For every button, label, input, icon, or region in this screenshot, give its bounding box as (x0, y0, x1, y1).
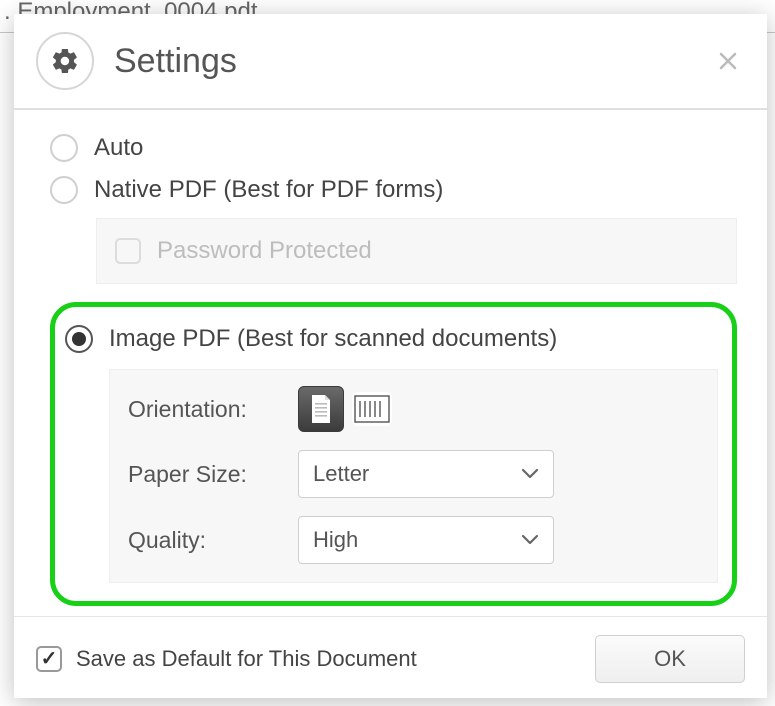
paper-size-value: Letter (313, 461, 369, 487)
paper-size-select[interactable]: Letter (298, 450, 554, 498)
quality-label: Quality: (128, 527, 298, 554)
save-default-checkbox[interactable] (36, 646, 62, 672)
option-image-pdf[interactable]: Image PDF (Best for scanned documents) (65, 325, 718, 353)
option-native-label: Native PDF (Best for PDF forms) (94, 176, 443, 204)
close-icon (716, 49, 740, 73)
settings-modal: Settings Auto Native PDF (Best for PDF f… (14, 14, 767, 698)
gear-icon (36, 32, 94, 90)
option-auto-label: Auto (94, 134, 143, 162)
chevron-down-icon (521, 534, 539, 546)
password-checkbox (115, 238, 141, 264)
radio-icon (65, 325, 93, 353)
chevron-down-icon (521, 468, 539, 480)
quality-value: High (313, 527, 358, 553)
paper-size-row: Paper Size: Letter (128, 450, 699, 498)
close-button[interactable] (711, 44, 745, 78)
image-pdf-settings-panel: Orientation: (109, 369, 718, 583)
radio-icon (50, 134, 78, 162)
password-protected-row: Password Protected (115, 231, 718, 271)
option-auto[interactable]: Auto (50, 134, 737, 162)
orientation-landscape-button[interactable] (352, 392, 392, 426)
orientation-label: Orientation: (128, 396, 298, 423)
quality-select[interactable]: High (298, 516, 554, 564)
password-label: Password Protected (157, 237, 372, 265)
landscape-page-icon (354, 395, 390, 423)
modal-footer: Save as Default for This Document OK (14, 616, 767, 701)
modal-header: Settings (14, 14, 767, 110)
quality-row: Quality: High (128, 516, 699, 564)
ok-button[interactable]: OK (595, 635, 745, 683)
modal-body: Auto Native PDF (Best for PDF forms) Pas… (14, 110, 767, 616)
option-native-pdf[interactable]: Native PDF (Best for PDF forms) (50, 176, 737, 204)
image-pdf-highlight: Image PDF (Best for scanned documents) O… (50, 302, 737, 606)
option-image-label: Image PDF (Best for scanned documents) (109, 325, 557, 353)
orientation-portrait-button[interactable] (298, 386, 344, 432)
radio-icon (50, 176, 78, 204)
orientation-row: Orientation: (128, 386, 699, 432)
native-sub-panel: Password Protected (96, 218, 737, 284)
modal-title: Settings (114, 42, 691, 81)
save-default-label: Save as Default for This Document (76, 646, 581, 672)
portrait-page-icon (309, 394, 333, 424)
orientation-buttons (298, 386, 392, 432)
paper-size-label: Paper Size: (128, 461, 298, 488)
